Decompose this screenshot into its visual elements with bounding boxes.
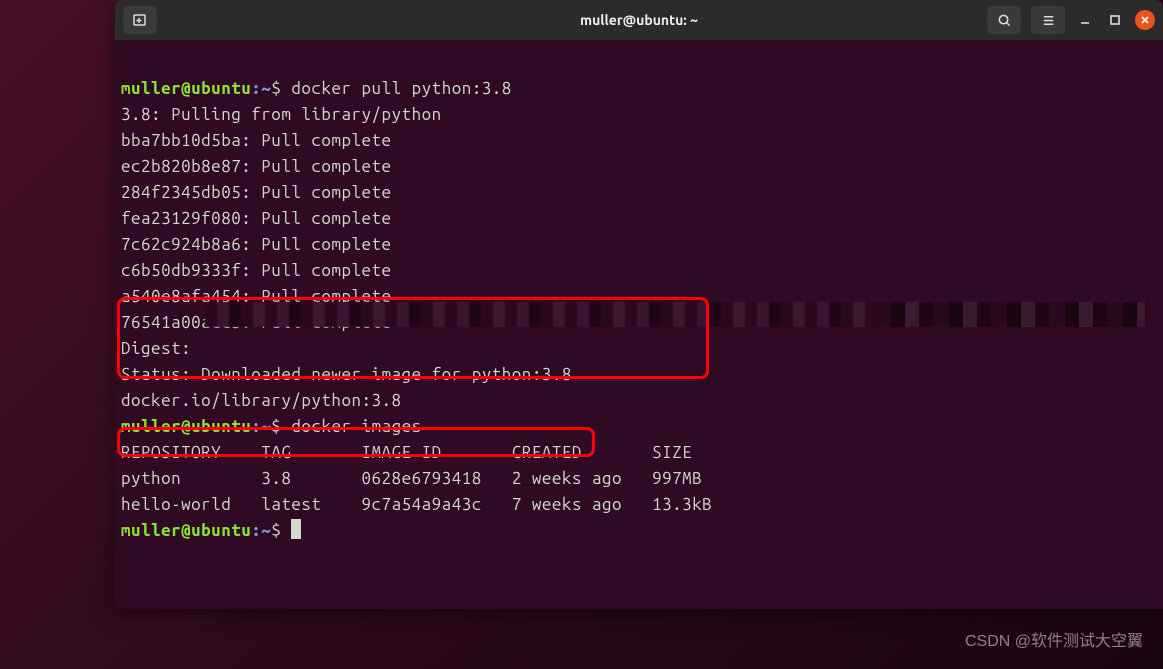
menu-icon[interactable] (1031, 6, 1065, 34)
layer-line: 284f2345db05: Pull complete (121, 183, 392, 202)
maximize-button[interactable] (1105, 10, 1125, 30)
prompt-colon: : (251, 79, 261, 98)
layer-line: ec2b820b8e87: Pull complete (121, 157, 392, 176)
prompt-path: ~ (261, 79, 271, 98)
layer-line: c6b50db9333f: Pull complete (121, 261, 392, 280)
table-row: python 3.8 0628e6793418 2 weeks ago 997M… (121, 469, 702, 488)
table-header: REPOSITORY TAG IMAGE ID CREATED SIZE (121, 443, 692, 462)
prompt-dollar: $ (271, 79, 281, 98)
command-pull-text: docker pull python:3.8 (291, 79, 511, 98)
layer-line: fea23129f080: Pull complete (121, 209, 392, 228)
new-tab-button[interactable] (123, 6, 157, 34)
close-button[interactable] (1135, 10, 1155, 30)
cursor (291, 519, 301, 539)
status-line: Status: Downloaded newer image for pytho… (121, 365, 572, 384)
table-row: hello-world latest 9c7a54a9a43c 7 weeks … (121, 495, 712, 514)
digest-label: Digest: (121, 339, 191, 358)
ref-line: docker.io/library/python:3.8 (121, 391, 402, 410)
layer-line: 7c62c924b8a6: Pull complete (121, 235, 392, 254)
redacted-digest-tail (875, 302, 1145, 327)
command-images: docker images (291, 417, 421, 436)
terminal-body[interactable]: muller@ubuntu:~$ docker pull python:3.8 … (115, 40, 1163, 609)
pull-pulling: 3.8: Pulling from library/python (121, 105, 442, 124)
minimize-button[interactable] (1075, 10, 1095, 30)
command-pull (281, 79, 291, 98)
search-icon[interactable] (987, 6, 1021, 34)
watermark: CSDN @软件测试大空翼 (965, 627, 1143, 651)
prompt-user: muller@ubuntu (121, 417, 251, 436)
titlebar: muller@ubuntu: ~ (115, 0, 1163, 40)
window-title: muller@ubuntu: ~ (580, 12, 698, 28)
prompt-user: muller@ubuntu (121, 79, 251, 98)
terminal-window: muller@ubuntu: ~ muller@ubuntu:~$ docker… (115, 0, 1163, 609)
prompt-user: muller@ubuntu (121, 521, 251, 540)
layer-line: bba7bb10d5ba: Pull complete (121, 131, 392, 150)
